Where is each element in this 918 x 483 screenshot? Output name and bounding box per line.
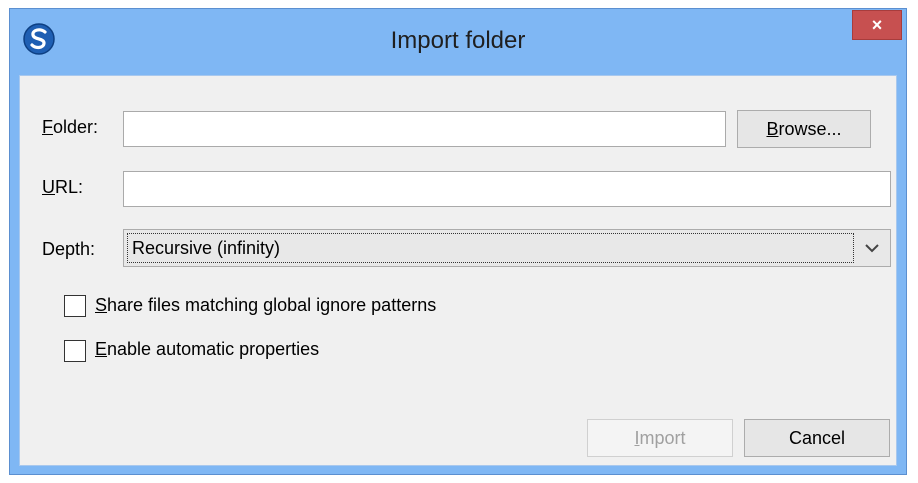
enable-auto-properties-label[interactable]: Enable automatic properties — [95, 339, 319, 360]
title-bar[interactable]: Import folder × — [10, 9, 906, 75]
import-folder-dialog: Import folder × Folder: Browse... URL: D… — [9, 8, 907, 475]
depth-selected-value: Recursive (infinity) — [127, 233, 854, 263]
folder-input[interactable] — [123, 111, 726, 147]
import-button[interactable]: Import — [587, 419, 733, 457]
window-title: Import folder — [390, 27, 526, 54]
cancel-button[interactable]: Cancel — [744, 419, 890, 457]
share-files-label[interactable]: Share files matching global ignore patte… — [95, 295, 436, 316]
depth-select[interactable]: Recursive (infinity) — [123, 229, 891, 267]
close-icon: × — [871, 14, 883, 35]
close-button[interactable]: × — [852, 10, 902, 40]
depth-label: Depth: — [42, 239, 96, 259]
dialog-body: Folder: Browse... URL: Depth: Recursive … — [19, 75, 897, 466]
url-label: URL: — [42, 177, 84, 197]
enable-auto-properties-checkbox[interactable] — [64, 340, 86, 362]
url-input[interactable] — [123, 171, 891, 207]
chevron-down-icon — [862, 239, 882, 257]
share-files-checkbox[interactable] — [64, 295, 86, 317]
browse-button[interactable]: Browse... — [737, 110, 871, 148]
folder-label: Folder: — [42, 117, 99, 137]
